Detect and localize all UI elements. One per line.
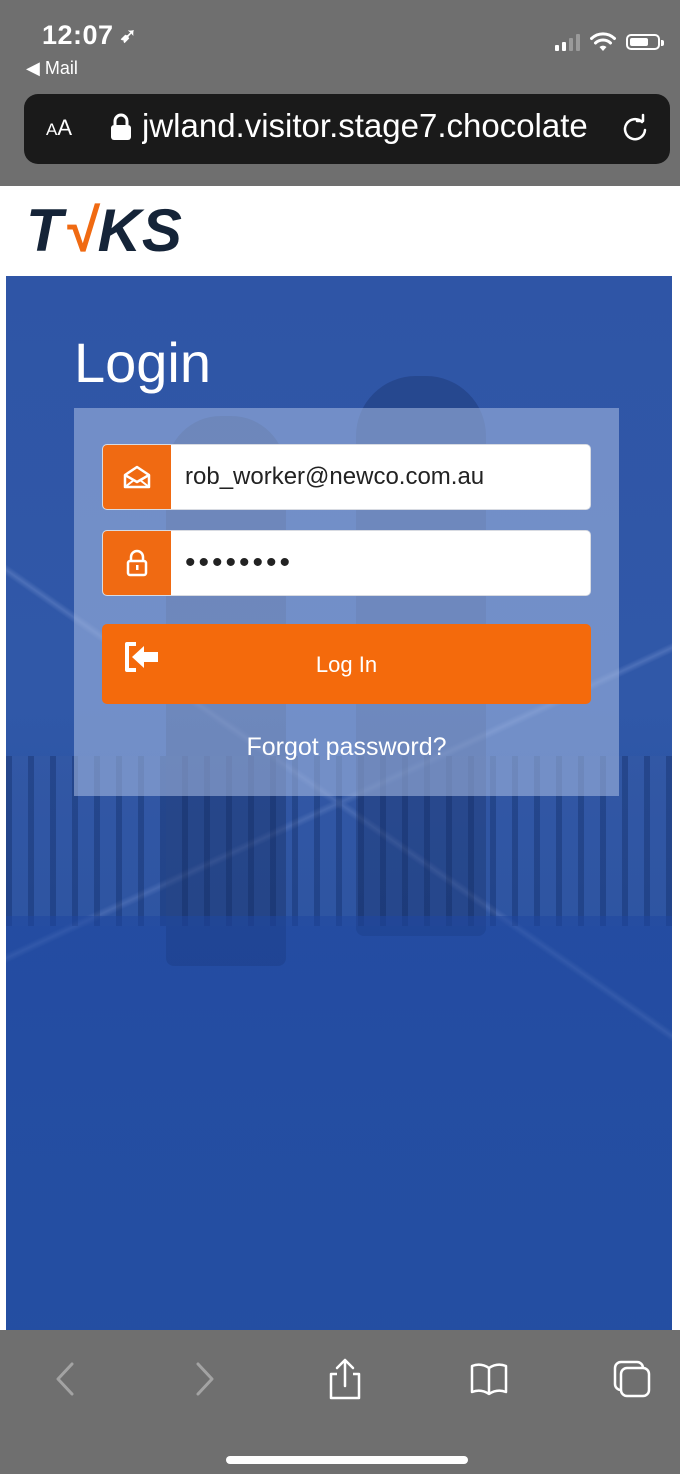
- wifi-icon: [590, 32, 616, 51]
- browser-top-chrome: 12:07 ➹ ◀ Mail AA jwland.visitor.stage7.c…: [0, 0, 680, 186]
- url-text: jwland.visitor.stage7.chocolate: [142, 107, 588, 144]
- tiks-logo[interactable]: T√KS: [26, 196, 183, 265]
- location-arrow-icon: ➹: [119, 25, 137, 47]
- text-size-small-label: A: [46, 120, 58, 139]
- login-panel: Log In Forgot password?: [74, 408, 619, 796]
- reload-icon[interactable]: [620, 112, 650, 144]
- chevron-left-icon[interactable]: [46, 1358, 86, 1400]
- text-size-large-label: A: [57, 115, 73, 140]
- battery-icon: [626, 34, 664, 50]
- address-bar[interactable]: AA jwland.visitor.stage7.chocolate: [24, 94, 670, 164]
- share-icon[interactable]: [325, 1358, 365, 1400]
- login-button[interactable]: Log In: [102, 624, 591, 704]
- logo-letters-ks: KS: [97, 197, 183, 264]
- email-input[interactable]: [171, 445, 590, 509]
- back-to-mail-link[interactable]: ◀ Mail: [26, 58, 78, 79]
- phone-screen: 12:07 ➹ ◀ Mail AA jwland.visitor.stage7.c…: [0, 0, 680, 1474]
- browser-bottom-toolbar: [0, 1330, 680, 1474]
- logo-letter-t: T: [26, 197, 64, 264]
- signal-icon: [555, 33, 580, 51]
- envelope-icon: [123, 465, 151, 489]
- background-floor: [6, 916, 672, 1330]
- email-addon: [103, 445, 171, 509]
- lock-icon: [126, 549, 148, 577]
- time-label: 12:07: [42, 20, 114, 50]
- password-field: [102, 530, 591, 596]
- login-button-label: Log In: [315, 652, 378, 677]
- status-time: 12:07 ➹: [42, 20, 137, 51]
- logo-tick: √: [63, 197, 98, 264]
- site-header: T√KS: [0, 186, 680, 276]
- password-input[interactable]: [171, 531, 590, 595]
- status-indicators: [555, 32, 664, 52]
- chevron-right-icon[interactable]: [184, 1358, 224, 1400]
- forgot-password-link[interactable]: Forgot password?: [74, 733, 619, 762]
- home-indicator: [226, 1456, 468, 1464]
- book-icon[interactable]: [469, 1358, 509, 1400]
- login-title: Login: [74, 331, 212, 394]
- email-field: [102, 444, 591, 510]
- text-size-button[interactable]: AA: [46, 115, 72, 141]
- tabs-icon[interactable]: [612, 1358, 652, 1400]
- password-addon: [103, 531, 171, 595]
- padlock-icon: [111, 113, 131, 140]
